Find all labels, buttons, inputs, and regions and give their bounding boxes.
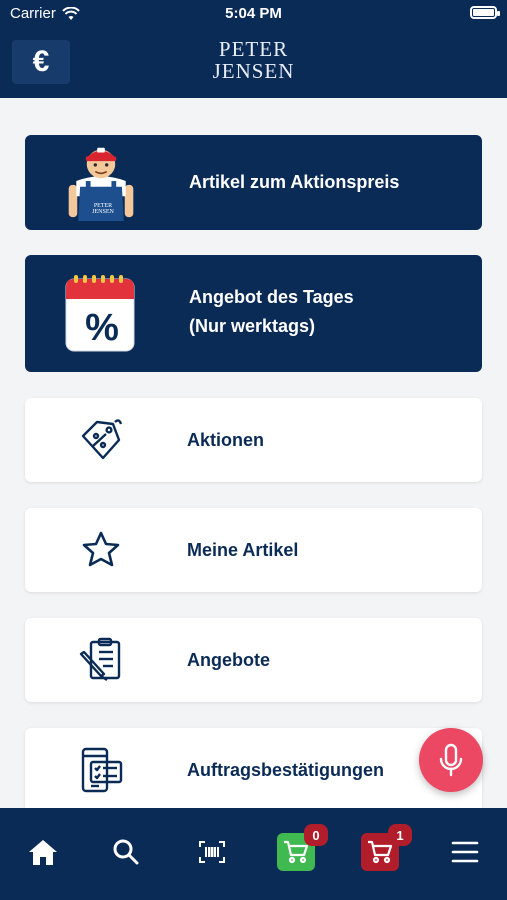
offers-label: Angebote [187, 649, 270, 670]
home-icon [29, 840, 57, 865]
tab-menu[interactable] [443, 830, 487, 874]
brand-logo: PETER JENSEN [0, 38, 507, 82]
calendar-percent-icon: % [63, 271, 139, 355]
deal-of-day-subtitle: (Nur werktags) [189, 316, 316, 336]
mascot-shirt-text: PETER JENSEN [92, 203, 114, 215]
bottom-tab-bar: 0 1 [0, 808, 507, 900]
hamburger-menu-icon [451, 841, 479, 863]
star-icon [63, 528, 139, 572]
tab-scanner[interactable] [190, 830, 234, 874]
app-header: € PETER JENSEN [0, 28, 507, 98]
calendar-percent-symbol: % [85, 307, 119, 349]
cart-icon [284, 840, 309, 864]
tab-cart-red[interactable]: 1 [358, 824, 412, 874]
battery-icon [470, 6, 500, 19]
barcode-scanner-icon [199, 841, 225, 863]
deal-of-day-card[interactable]: % Angebot des Tages (Nur werktags) [25, 255, 482, 372]
order-confirmations-label: Auftragsbestätigungen [187, 759, 385, 780]
deal-of-day-title: Angebot des Tages [189, 287, 354, 307]
cart-icon [368, 840, 393, 864]
voice-search-button[interactable] [419, 728, 483, 792]
my-items-card[interactable]: Meine Artikel [25, 508, 482, 592]
tab-home[interactable] [21, 830, 65, 874]
promo-price-card[interactable]: PETER JENSEN Artikel zum Aktionspreis [25, 135, 482, 230]
logo-line1: PETER [218, 37, 289, 61]
deal-of-day-text: Angebot des Tages (Nur werktags) [189, 283, 354, 341]
status-bar: Carrier 5:04 PM [0, 0, 507, 28]
promo-price-label: Artikel zum Aktionspreis [189, 172, 400, 192]
tag-percent-icon [63, 418, 139, 462]
my-items-label: Meine Artikel [187, 539, 299, 560]
offers-card[interactable]: Angebote [25, 618, 482, 702]
tab-cart-green[interactable]: 0 [274, 824, 328, 874]
main-menu: PETER JENSEN Artikel zum Aktionspreis % [0, 98, 507, 808]
status-time: 5:04 PM [225, 5, 282, 22]
logo-line2: JENSEN [212, 59, 295, 83]
cart-red-badge: 1 [388, 824, 412, 846]
search-icon [113, 839, 139, 865]
promotions-label: Aktionen [187, 429, 265, 450]
tab-search[interactable] [104, 830, 148, 874]
phone-checklist-icon [63, 746, 139, 794]
promotions-card[interactable]: Aktionen [25, 398, 482, 482]
order-confirmations-card[interactable]: Auftragsbestätigungen [25, 728, 482, 808]
mascot-illustration: PETER JENSEN [63, 137, 139, 227]
cart-green-badge: 0 [304, 824, 328, 846]
clipboard-pen-icon [63, 636, 139, 684]
microphone-icon [439, 743, 463, 777]
